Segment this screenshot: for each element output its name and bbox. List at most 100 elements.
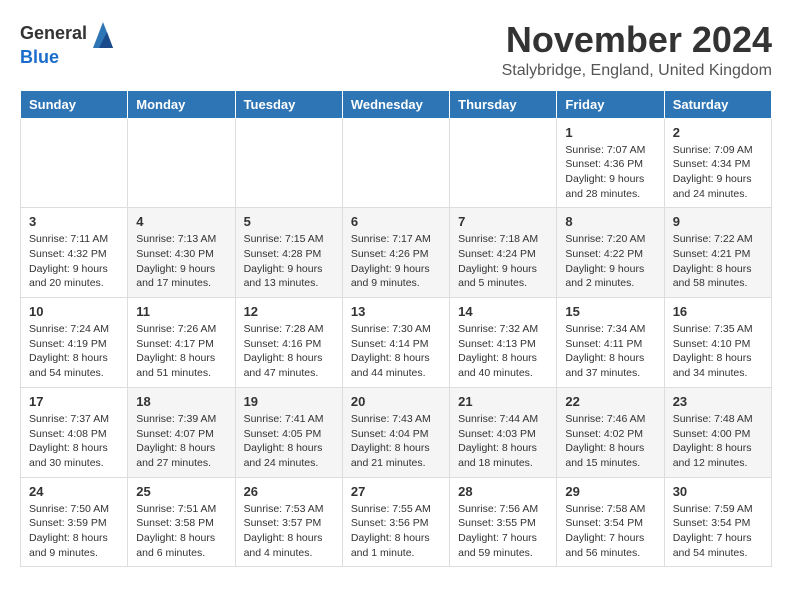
calendar-cell: 18 Sunrise: 7:39 AM Sunset: 4:07 PM Dayli… xyxy=(128,387,235,477)
calendar-cell: 2 Sunrise: 7:09 AM Sunset: 4:34 PM Daylig… xyxy=(664,118,771,208)
weekday-header: Monday xyxy=(128,90,235,118)
day-info: Sunrise: 7:55 AM Sunset: 3:56 PM Dayligh… xyxy=(351,502,441,561)
calendar-header-row: SundayMondayTuesdayWednesdayThursdayFrid… xyxy=(21,90,772,118)
day-info: Sunrise: 7:22 AM Sunset: 4:21 PM Dayligh… xyxy=(673,232,763,291)
weekday-header: Tuesday xyxy=(235,90,342,118)
logo-general: General xyxy=(20,24,87,44)
day-info: Sunrise: 7:30 AM Sunset: 4:14 PM Dayligh… xyxy=(351,322,441,381)
day-number: 8 xyxy=(565,214,655,229)
calendar: SundayMondayTuesdayWednesdayThursdayFrid… xyxy=(20,90,772,568)
day-number: 12 xyxy=(244,304,334,319)
calendar-cell: 20 Sunrise: 7:43 AM Sunset: 4:04 PM Dayli… xyxy=(342,387,449,477)
day-info: Sunrise: 7:58 AM Sunset: 3:54 PM Dayligh… xyxy=(565,502,655,561)
day-number: 25 xyxy=(136,484,226,499)
calendar-week-row: 1Sunrise: 7:07 AM Sunset: 4:36 PM Daylig… xyxy=(21,118,772,208)
calendar-cell xyxy=(342,118,449,208)
calendar-cell: 29 Sunrise: 7:58 AM Sunset: 3:54 PM Dayli… xyxy=(557,477,664,567)
day-info: Sunrise: 7:50 AM Sunset: 3:59 PM Dayligh… xyxy=(29,502,119,561)
day-info: Sunrise: 7:44 AM Sunset: 4:03 PM Dayligh… xyxy=(458,412,548,471)
calendar-cell: 15 Sunrise: 7:34 AM Sunset: 4:11 PM Dayli… xyxy=(557,298,664,388)
calendar-cell: 5 Sunrise: 7:15 AM Sunset: 4:28 PM Daylig… xyxy=(235,208,342,298)
calendar-cell: 26 Sunrise: 7:53 AM Sunset: 3:57 PM Dayli… xyxy=(235,477,342,567)
day-number: 7 xyxy=(458,214,548,229)
location: Stalybridge, England, United Kingdom xyxy=(502,62,772,80)
day-info: Sunrise: 7:35 AM Sunset: 4:10 PM Dayligh… xyxy=(673,322,763,381)
weekday-header: Wednesday xyxy=(342,90,449,118)
day-info: Sunrise: 7:34 AM Sunset: 4:11 PM Dayligh… xyxy=(565,322,655,381)
day-number: 22 xyxy=(565,394,655,409)
day-info: Sunrise: 7:48 AM Sunset: 4:00 PM Dayligh… xyxy=(673,412,763,471)
day-info: Sunrise: 7:09 AM Sunset: 4:34 PM Dayligh… xyxy=(673,143,763,202)
calendar-cell: 7 Sunrise: 7:18 AM Sunset: 4:24 PM Daylig… xyxy=(450,208,557,298)
calendar-cell: 11 Sunrise: 7:26 AM Sunset: 4:17 PM Dayli… xyxy=(128,298,235,388)
day-info: Sunrise: 7:51 AM Sunset: 3:58 PM Dayligh… xyxy=(136,502,226,561)
day-number: 14 xyxy=(458,304,548,319)
weekday-header: Thursday xyxy=(450,90,557,118)
calendar-cell xyxy=(450,118,557,208)
day-number: 26 xyxy=(244,484,334,499)
calendar-cell: 21Sunrise: 7:44 AM Sunset: 4:03 PM Dayli… xyxy=(450,387,557,477)
calendar-cell xyxy=(235,118,342,208)
day-number: 6 xyxy=(351,214,441,229)
page-header: General Blue November 2024 Stalybridge, … xyxy=(20,20,772,80)
day-number: 2 xyxy=(673,125,763,140)
calendar-cell: 25 Sunrise: 7:51 AM Sunset: 3:58 PM Dayli… xyxy=(128,477,235,567)
calendar-cell: 1Sunrise: 7:07 AM Sunset: 4:36 PM Daylig… xyxy=(557,118,664,208)
day-number: 30 xyxy=(673,484,763,499)
day-number: 23 xyxy=(673,394,763,409)
day-number: 4 xyxy=(136,214,226,229)
logo-icon xyxy=(91,20,115,48)
day-number: 29 xyxy=(565,484,655,499)
day-number: 15 xyxy=(565,304,655,319)
calendar-cell: 16Sunrise: 7:35 AM Sunset: 4:10 PM Dayli… xyxy=(664,298,771,388)
calendar-cell: 17 Sunrise: 7:37 AM Sunset: 4:08 PM Dayli… xyxy=(21,387,128,477)
calendar-cell: 19Sunrise: 7:41 AM Sunset: 4:05 PM Dayli… xyxy=(235,387,342,477)
day-number: 5 xyxy=(244,214,334,229)
day-number: 28 xyxy=(458,484,548,499)
weekday-header: Sunday xyxy=(21,90,128,118)
calendar-cell: 27 Sunrise: 7:55 AM Sunset: 3:56 PM Dayli… xyxy=(342,477,449,567)
day-info: Sunrise: 7:11 AM Sunset: 4:32 PM Dayligh… xyxy=(29,232,119,291)
day-number: 18 xyxy=(136,394,226,409)
month-title: November 2024 xyxy=(502,20,772,60)
logo-blue: Blue xyxy=(20,48,115,68)
day-info: Sunrise: 7:13 AM Sunset: 4:30 PM Dayligh… xyxy=(136,232,226,291)
day-number: 20 xyxy=(351,394,441,409)
day-number: 9 xyxy=(673,214,763,229)
day-number: 17 xyxy=(29,394,119,409)
calendar-cell: 24 Sunrise: 7:50 AM Sunset: 3:59 PM Dayli… xyxy=(21,477,128,567)
calendar-cell: 30 Sunrise: 7:59 AM Sunset: 3:54 PM Dayli… xyxy=(664,477,771,567)
day-info: Sunrise: 7:07 AM Sunset: 4:36 PM Dayligh… xyxy=(565,143,655,202)
day-number: 24 xyxy=(29,484,119,499)
calendar-cell: 23 Sunrise: 7:48 AM Sunset: 4:00 PM Dayli… xyxy=(664,387,771,477)
day-info: Sunrise: 7:59 AM Sunset: 3:54 PM Dayligh… xyxy=(673,502,763,561)
day-info: Sunrise: 7:37 AM Sunset: 4:08 PM Dayligh… xyxy=(29,412,119,471)
day-info: Sunrise: 7:28 AM Sunset: 4:16 PM Dayligh… xyxy=(244,322,334,381)
logo: General Blue xyxy=(20,20,115,68)
day-info: Sunrise: 7:56 AM Sunset: 3:55 PM Dayligh… xyxy=(458,502,548,561)
day-info: Sunrise: 7:18 AM Sunset: 4:24 PM Dayligh… xyxy=(458,232,548,291)
weekday-header: Friday xyxy=(557,90,664,118)
calendar-week-row: 17 Sunrise: 7:37 AM Sunset: 4:08 PM Dayli… xyxy=(21,387,772,477)
day-info: Sunrise: 7:15 AM Sunset: 4:28 PM Dayligh… xyxy=(244,232,334,291)
calendar-cell: 3 Sunrise: 7:11 AM Sunset: 4:32 PM Daylig… xyxy=(21,208,128,298)
day-info: Sunrise: 7:26 AM Sunset: 4:17 PM Dayligh… xyxy=(136,322,226,381)
day-number: 13 xyxy=(351,304,441,319)
day-info: Sunrise: 7:53 AM Sunset: 3:57 PM Dayligh… xyxy=(244,502,334,561)
day-number: 27 xyxy=(351,484,441,499)
calendar-cell: 13 Sunrise: 7:30 AM Sunset: 4:14 PM Dayli… xyxy=(342,298,449,388)
title-section: November 2024 Stalybridge, England, Unit… xyxy=(502,20,772,80)
day-number: 11 xyxy=(136,304,226,319)
day-info: Sunrise: 7:24 AM Sunset: 4:19 PM Dayligh… xyxy=(29,322,119,381)
weekday-header: Saturday xyxy=(664,90,771,118)
day-info: Sunrise: 7:32 AM Sunset: 4:13 PM Dayligh… xyxy=(458,322,548,381)
day-number: 10 xyxy=(29,304,119,319)
calendar-cell xyxy=(128,118,235,208)
day-info: Sunrise: 7:43 AM Sunset: 4:04 PM Dayligh… xyxy=(351,412,441,471)
day-info: Sunrise: 7:46 AM Sunset: 4:02 PM Dayligh… xyxy=(565,412,655,471)
calendar-cell xyxy=(21,118,128,208)
calendar-cell: 10 Sunrise: 7:24 AM Sunset: 4:19 PM Dayli… xyxy=(21,298,128,388)
day-number: 3 xyxy=(29,214,119,229)
day-info: Sunrise: 7:17 AM Sunset: 4:26 PM Dayligh… xyxy=(351,232,441,291)
day-info: Sunrise: 7:39 AM Sunset: 4:07 PM Dayligh… xyxy=(136,412,226,471)
